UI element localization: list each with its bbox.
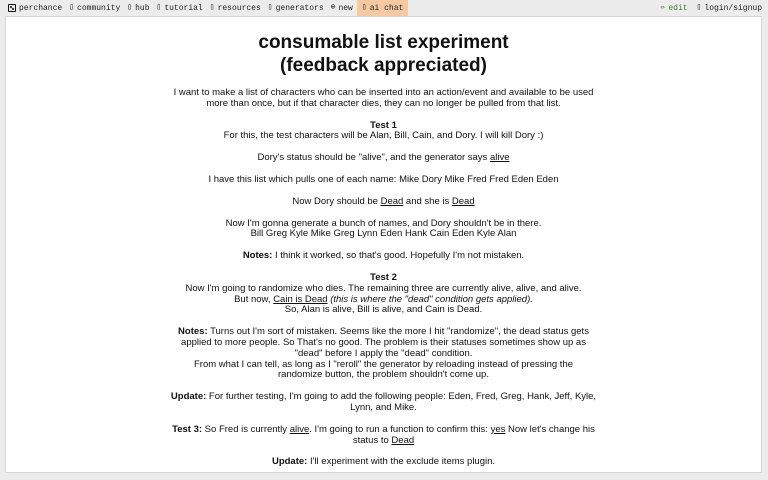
nav-login-label: login/signup	[704, 3, 762, 13]
now-dory-mid: and she is	[403, 195, 452, 207]
page-title-line2: (feedback appreciated)	[280, 55, 487, 76]
test2-cain-dead: Cain is Dead	[273, 293, 328, 305]
notes2-text: Turns out I'm sort of mistaken. Seems li…	[181, 326, 589, 359]
nav-perchance[interactable]: perchance	[8, 0, 62, 16]
pencil-icon: ✏	[660, 3, 666, 12]
hub-icon: ▯	[127, 3, 133, 12]
nav-left: perchance ▯ community ▯ hub ▯ tutorial ▯…	[8, 0, 415, 16]
tutorial-icon: ▯	[156, 3, 162, 12]
nav-generators[interactable]: ▯ generators	[268, 0, 324, 16]
test1-text: For this, the test characters will be Al…	[223, 130, 544, 142]
chat-icon: ▯	[361, 3, 367, 12]
generate-line2: Bill Greg Kyle Mike Greg Lynn Eden Hank …	[250, 228, 517, 240]
plus-circle-icon: ⊕	[330, 3, 336, 12]
nav-resources[interactable]: ▯ resources	[210, 0, 261, 16]
nav-hub[interactable]: ▯ hub	[127, 0, 149, 16]
update2-label: Update:	[271, 456, 308, 468]
nav-resources-label: resources	[217, 3, 261, 13]
update1-line: Update: For further testing, I'm going t…	[164, 391, 604, 414]
now-dory-pre: Now Dory should be	[292, 195, 381, 207]
list-pull-line: I have this list which pulls one of each…	[208, 173, 559, 185]
test3-mid: . I'm going to run a function to confirm…	[309, 423, 491, 435]
nav-community-label: community	[77, 3, 121, 13]
now-dory-value1: Dead	[380, 195, 404, 207]
dory-status-pre: Dory's status should be "alive", and the…	[257, 152, 490, 164]
notes2-line: Notes: Turns out I'm sort of mistaken. S…	[174, 326, 594, 359]
update1-label: Update:	[170, 391, 207, 403]
notes1-text: I think it worked, so that's good. Hopef…	[272, 250, 525, 262]
nav-ai-chat[interactable]: ▯ ai chat	[356, 0, 409, 16]
nav-new-label: new	[338, 3, 353, 13]
test2-line3: So, Alan is alive, Bill is alive, and Ca…	[284, 304, 483, 316]
nav-tutorial[interactable]: ▯ tutorial	[157, 0, 203, 16]
generate-block: Now I'm gonna generate a bunch of names,…	[174, 218, 594, 241]
page-title-line1: consumable list experiment	[258, 32, 509, 53]
update1-text: For further testing, I'm going to add th…	[206, 391, 597, 413]
die-icon	[8, 4, 16, 12]
nav-hub-label: hub	[135, 3, 150, 13]
test3-dead: Dead	[391, 434, 415, 446]
notes1-label: Notes:	[242, 250, 273, 262]
update2-text: I'll experiment with the exclude items p…	[307, 456, 496, 468]
resources-icon: ▯	[209, 3, 215, 12]
test1-block: Test 1 For this, the test characters wil…	[174, 120, 594, 143]
test3-alive: alive	[289, 423, 310, 435]
generators-icon: ▯	[267, 3, 273, 12]
intro-paragraph: I want to make a list of characters who …	[173, 87, 594, 109]
notes2-text2: From what I can tell, as long as I "rero…	[193, 358, 574, 381]
test3-label: Test 3:	[172, 423, 203, 435]
nav-perchance-label: perchance	[19, 3, 63, 13]
test2-block: Test 2 Now I'm going to randomize who di…	[164, 272, 604, 316]
test3-line: Test 3: So Fred is currently alive. I'm …	[164, 423, 604, 447]
test2-but: But now,	[234, 293, 274, 305]
now-dory-value2: Dead	[451, 195, 475, 207]
test3-yes: yes	[490, 423, 506, 435]
notes2-label: Notes:	[178, 326, 208, 338]
notes1-line: Notes: I think it worked, so that's good…	[174, 250, 594, 262]
nav-community[interactable]: ▯ community	[69, 0, 120, 16]
nav-login[interactable]: ▯ login/signup	[697, 0, 762, 16]
notes2-block: Notes: Turns out I'm sort of mistaken. S…	[174, 326, 594, 381]
nav-new[interactable]: ⊕ new	[331, 0, 353, 16]
now-dory-line: Now Dory should be Dead and she is Dead	[174, 195, 594, 208]
dory-status-value: alive	[489, 152, 510, 164]
community-icon: ▯	[69, 3, 75, 12]
update2-line: Update: I'll experiment with the exclude…	[174, 456, 594, 468]
top-nav: perchance ▯ community ▯ hub ▯ tutorial ▯…	[0, 0, 768, 16]
page-body: I want to make a list of characters who …	[6, 87, 761, 468]
user-icon: ▯	[696, 3, 702, 12]
page-title: consumable list experiment (feedback app…	[6, 31, 761, 77]
test3-pre: So Fred is currently	[202, 423, 290, 435]
dory-status-line: Dory's status should be "alive", and the…	[174, 152, 594, 164]
nav-ai-chat-label: ai chat	[369, 3, 404, 13]
nav-tutorial-label: tutorial	[164, 3, 203, 13]
generator-output-card: consumable list experiment (feedback app…	[5, 16, 762, 473]
test2-italic-note: (this is where the "dead" condition gets…	[327, 293, 533, 305]
nav-right: ✏ edit ▯ login/signup	[652, 0, 762, 16]
nav-edit-label: edit	[668, 3, 688, 13]
nav-edit[interactable]: ✏ edit	[661, 0, 688, 16]
nav-generators-label: generators	[275, 3, 324, 13]
